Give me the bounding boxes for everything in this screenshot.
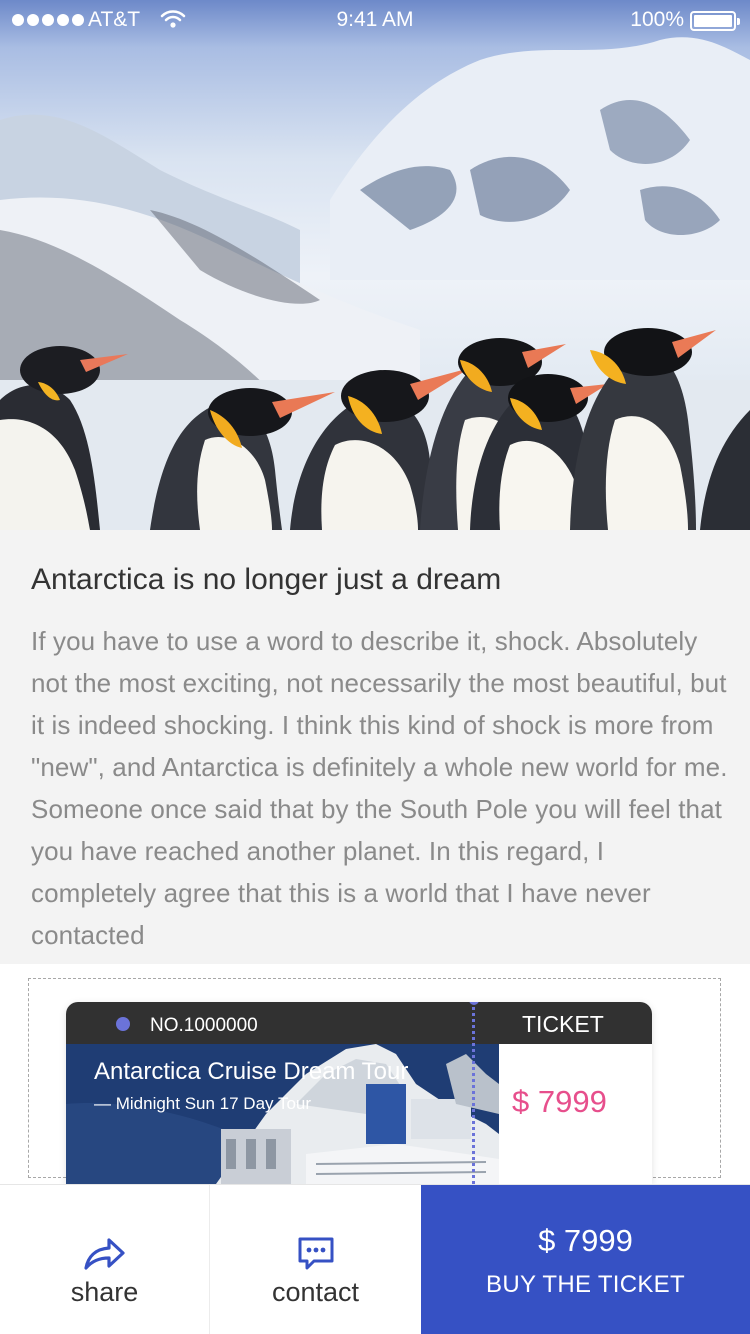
share-icon: [83, 1238, 125, 1270]
share-button[interactable]: share: [0, 1185, 210, 1334]
contact-label: contact: [271, 1277, 360, 1307]
cruise-ship-image: Antarctica Cruise Dream Tour — Midnight …: [66, 1044, 499, 1184]
ticket-dot-icon: [116, 1017, 130, 1031]
ticket-perforation: [472, 1002, 476, 1184]
ticket-tour-name: Antarctica Cruise Dream Tour: [94, 1058, 409, 1085]
share-label: share: [70, 1277, 139, 1307]
buy-ticket-button[interactable]: $ 7999 BUY THE TICKET: [421, 1185, 750, 1334]
article: Antarctica is no longer just a dream If …: [0, 530, 750, 964]
article-title: Antarctica is no longer just a dream: [31, 563, 502, 596]
ticket-tour-subtitle: — Midnight Sun 17 Day Tour: [94, 1094, 312, 1113]
buy-price: $ 7999: [538, 1223, 633, 1258]
ticket-header: NO.1000000 TICKET: [66, 1002, 652, 1044]
hero-image: AT&T 9:41 AM 100%: [0, 0, 750, 530]
ticket-number: NO.1000000: [150, 1015, 258, 1036]
status-bar: AT&T 9:41 AM 100%: [0, 0, 750, 40]
ticket-section: NO.1000000 TICKET Antarctica Cruise Drea…: [0, 964, 750, 1184]
chat-icon: [298, 1237, 333, 1270]
ticket-card[interactable]: NO.1000000 TICKET Antarctica Cruise Drea…: [66, 1002, 652, 1184]
battery-percent: 100%: [630, 8, 684, 31]
buy-label: BUY THE TICKET: [486, 1271, 685, 1298]
battery-icon: [690, 11, 740, 31]
article-body: If you have to use a word to describe it…: [31, 626, 728, 950]
ticket-price: $ 7999: [512, 1084, 607, 1119]
penguins-photo: [0, 37, 750, 530]
ticket-label: TICKET: [522, 1011, 604, 1037]
bottom-action-bar: share contact $ 7999 BUY THE TICKET: [0, 1184, 750, 1334]
contact-button[interactable]: contact: [210, 1185, 421, 1334]
